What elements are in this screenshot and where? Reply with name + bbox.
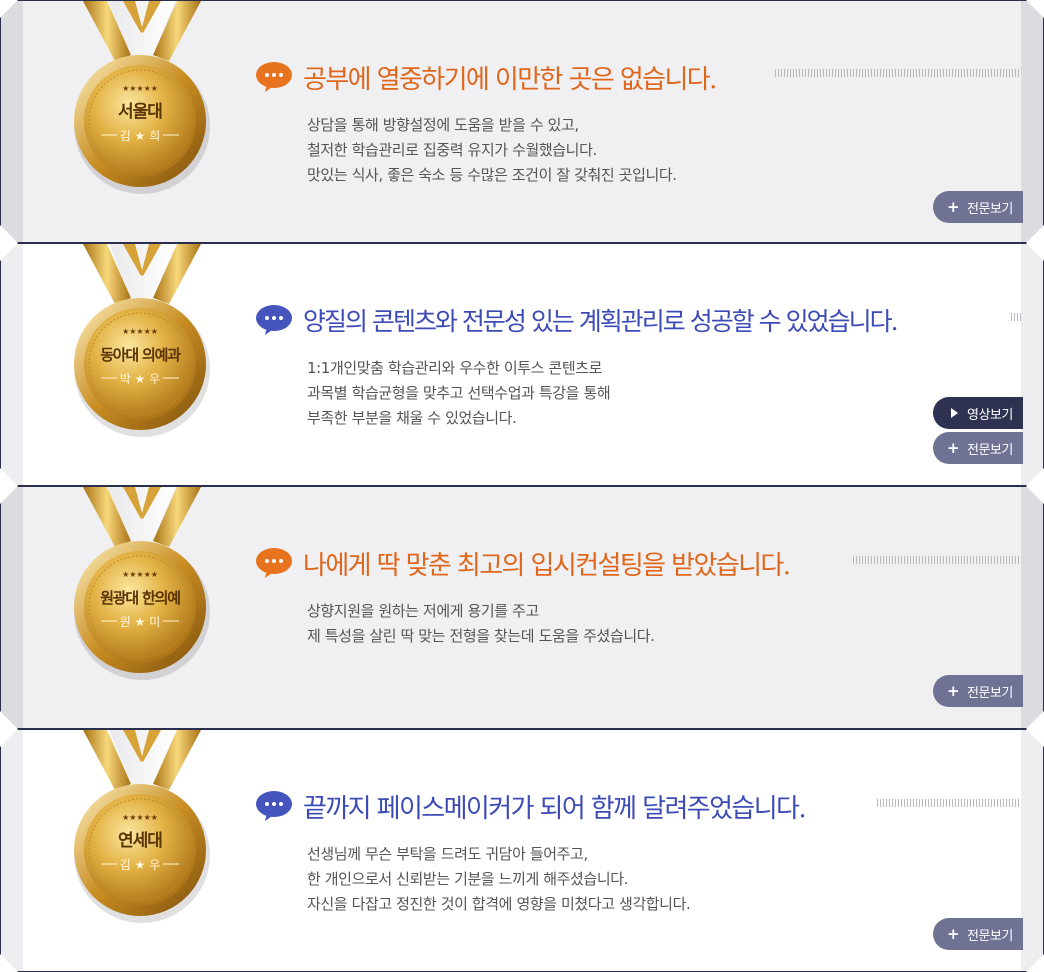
view-full-button[interactable]: + 전문보기: [933, 432, 1023, 464]
speech-bubble-icon: [256, 62, 292, 92]
student-name: 김 ★ 우: [120, 858, 160, 872]
play-icon: [951, 408, 958, 418]
dotted-divider: [877, 799, 1021, 807]
testimonial-body: 상담을 통해 방향설정에 도움을 받을 수 있고, 철저한 학습관리로 집중력 …: [307, 113, 677, 188]
school-name: 서울대: [118, 102, 162, 122]
student-name: 김 ★ 희: [120, 129, 160, 143]
button-label: 전문보기: [967, 442, 1013, 458]
panel-edge: [1021, 730, 1043, 971]
gold-medal-icon: ★★★★★ 원광대 한의예 원 ★ 미: [74, 487, 210, 680]
testimonial-body: 상향지원을 원하는 저에게 용기를 주고 제 특성을 살린 딱 맞는 전형을 찾…: [307, 599, 655, 649]
dotted-divider: [853, 556, 1021, 564]
testimonial-body: 선생님께 무슨 부탁을 드려도 귀담아 들어주고, 한 개인으로서 신뢰받는 기…: [307, 842, 691, 917]
gold-medal-icon: ★★★★★ 서울대 김 ★ 희: [74, 1, 210, 194]
stars: ★★★★★: [122, 570, 158, 579]
headline-text: 양질의 콘텐츠와 전문성 있는 계획관리로 성공할 수 있었습니다.: [303, 307, 899, 336]
panel-edge: [1, 730, 23, 971]
body-line: 부족한 부분을 채울 수 있었습니다.: [307, 409, 517, 427]
body-line: 맛있는 식사, 좋은 숙소 등 수많은 조건이 잘 갖춰진 곳입니다.: [307, 166, 677, 184]
body-line: 선생님께 무슨 부탁을 드려도 귀담아 들어주고,: [307, 845, 588, 863]
stars: ★★★★★: [122, 327, 158, 336]
gold-medal-icon: ★★★★★ 연세대 김 ★ 우: [74, 730, 210, 923]
body-line: 한 개인으로서 신뢰받는 기분을 느끼게 해주셨습니다.: [307, 870, 629, 888]
school-name: 원광대 한의예: [100, 589, 180, 607]
testimonial-card: ★★★★★ 원광대 한의예 원 ★ 미 나에게 딱 맞춘 최고의 입시컨설팅을 …: [0, 486, 1044, 729]
headline-text: 끝까지 페이스메이커가 되어 함께 달려주었습니다.: [303, 793, 807, 824]
body-line: 상향지원을 원하는 저에게 용기를 주고: [307, 602, 539, 620]
school-name: 동아대 의예과: [100, 346, 181, 364]
plus-icon: +: [947, 439, 960, 457]
speech-bubble-icon: [256, 548, 292, 578]
body-line: 과목별 학습균형을 맞추고 선택수업과 특강을 통해: [307, 384, 611, 402]
plus-icon: +: [947, 925, 960, 943]
headline: 끝까지 페이스메이커가 되어 함께 달려주었습니다.: [255, 786, 807, 826]
headline-text: 나에게 딱 맞춘 최고의 입시컨설팅을 받았습니다.: [303, 550, 791, 581]
body-line: 철저한 학습관리로 집중력 유지가 수월했습니다.: [307, 141, 597, 159]
watch-video-button[interactable]: 영상보기: [933, 397, 1023, 429]
body-line: 상담을 통해 방향설정에 도움을 받을 수 있고,: [307, 116, 579, 134]
student-name: 원 ★ 미: [120, 615, 160, 629]
headline: 양질의 콘텐츠와 전문성 있는 계획관리로 성공할 수 있었습니다.: [255, 300, 899, 340]
plus-icon: +: [947, 198, 960, 216]
testimonial-card: ★★★★★ 서울대 김 ★ 희 공부에 열중하기에 이만한 곳은 없습니다. 상…: [0, 0, 1044, 243]
speech-bubble-icon: [256, 305, 292, 335]
view-full-button[interactable]: + 전문보기: [933, 918, 1023, 950]
panel-edge: [1021, 244, 1043, 485]
gold-medal-icon: ★★★★★ 동아대 의예과 박 ★ 우: [74, 244, 210, 437]
panel-edge: [1, 244, 23, 485]
stars: ★★★★★: [122, 813, 158, 822]
view-full-button[interactable]: + 전문보기: [933, 191, 1023, 223]
body-line: 1:1개인맞춤 학습관리와 우수한 이투스 콘텐츠로: [307, 359, 603, 377]
headline-text: 공부에 열중하기에 이만한 곳은 없습니다.: [303, 64, 717, 95]
panel-edge: [1021, 487, 1043, 728]
view-full-button[interactable]: + 전문보기: [933, 675, 1023, 707]
dotted-divider: [1011, 313, 1021, 321]
body-line: 자신을 다잡고 정진한 것이 합격에 영향을 미쳤다고 생각합니다.: [307, 895, 691, 913]
button-label: 전문보기: [967, 685, 1013, 701]
plus-icon: +: [947, 682, 960, 700]
speech-bubble-icon: [256, 791, 292, 821]
headline: 공부에 열중하기에 이만한 곳은 없습니다.: [255, 57, 717, 97]
testimonial-card: ★★★★★ 동아대 의예과 박 ★ 우 양질의 콘텐츠와 전문성 있는 계획관리…: [0, 243, 1044, 486]
body-line: 제 특성을 살린 딱 맞는 전형을 찾는데 도움을 주셨습니다.: [307, 627, 655, 645]
headline: 나에게 딱 맞춘 최고의 입시컨설팅을 받았습니다.: [255, 543, 791, 583]
button-label: 전문보기: [967, 928, 1013, 944]
button-label: 영상보기: [967, 407, 1013, 423]
student-name: 박 ★ 우: [120, 372, 160, 386]
stars: ★★★★★: [122, 84, 158, 93]
testimonial-body: 1:1개인맞춤 학습관리와 우수한 이투스 콘텐츠로 과목별 학습균형을 맞추고…: [307, 356, 611, 431]
school-name: 연세대: [118, 831, 162, 851]
panel-edge: [1, 487, 23, 728]
button-label: 전문보기: [967, 201, 1013, 217]
panel-edge: [1, 1, 23, 242]
panel-edge: [1021, 1, 1043, 242]
testimonial-card: ★★★★★ 연세대 김 ★ 우 끝까지 페이스메이커가 되어 함께 달려주었습니…: [0, 729, 1044, 972]
dotted-divider: [775, 69, 1021, 77]
